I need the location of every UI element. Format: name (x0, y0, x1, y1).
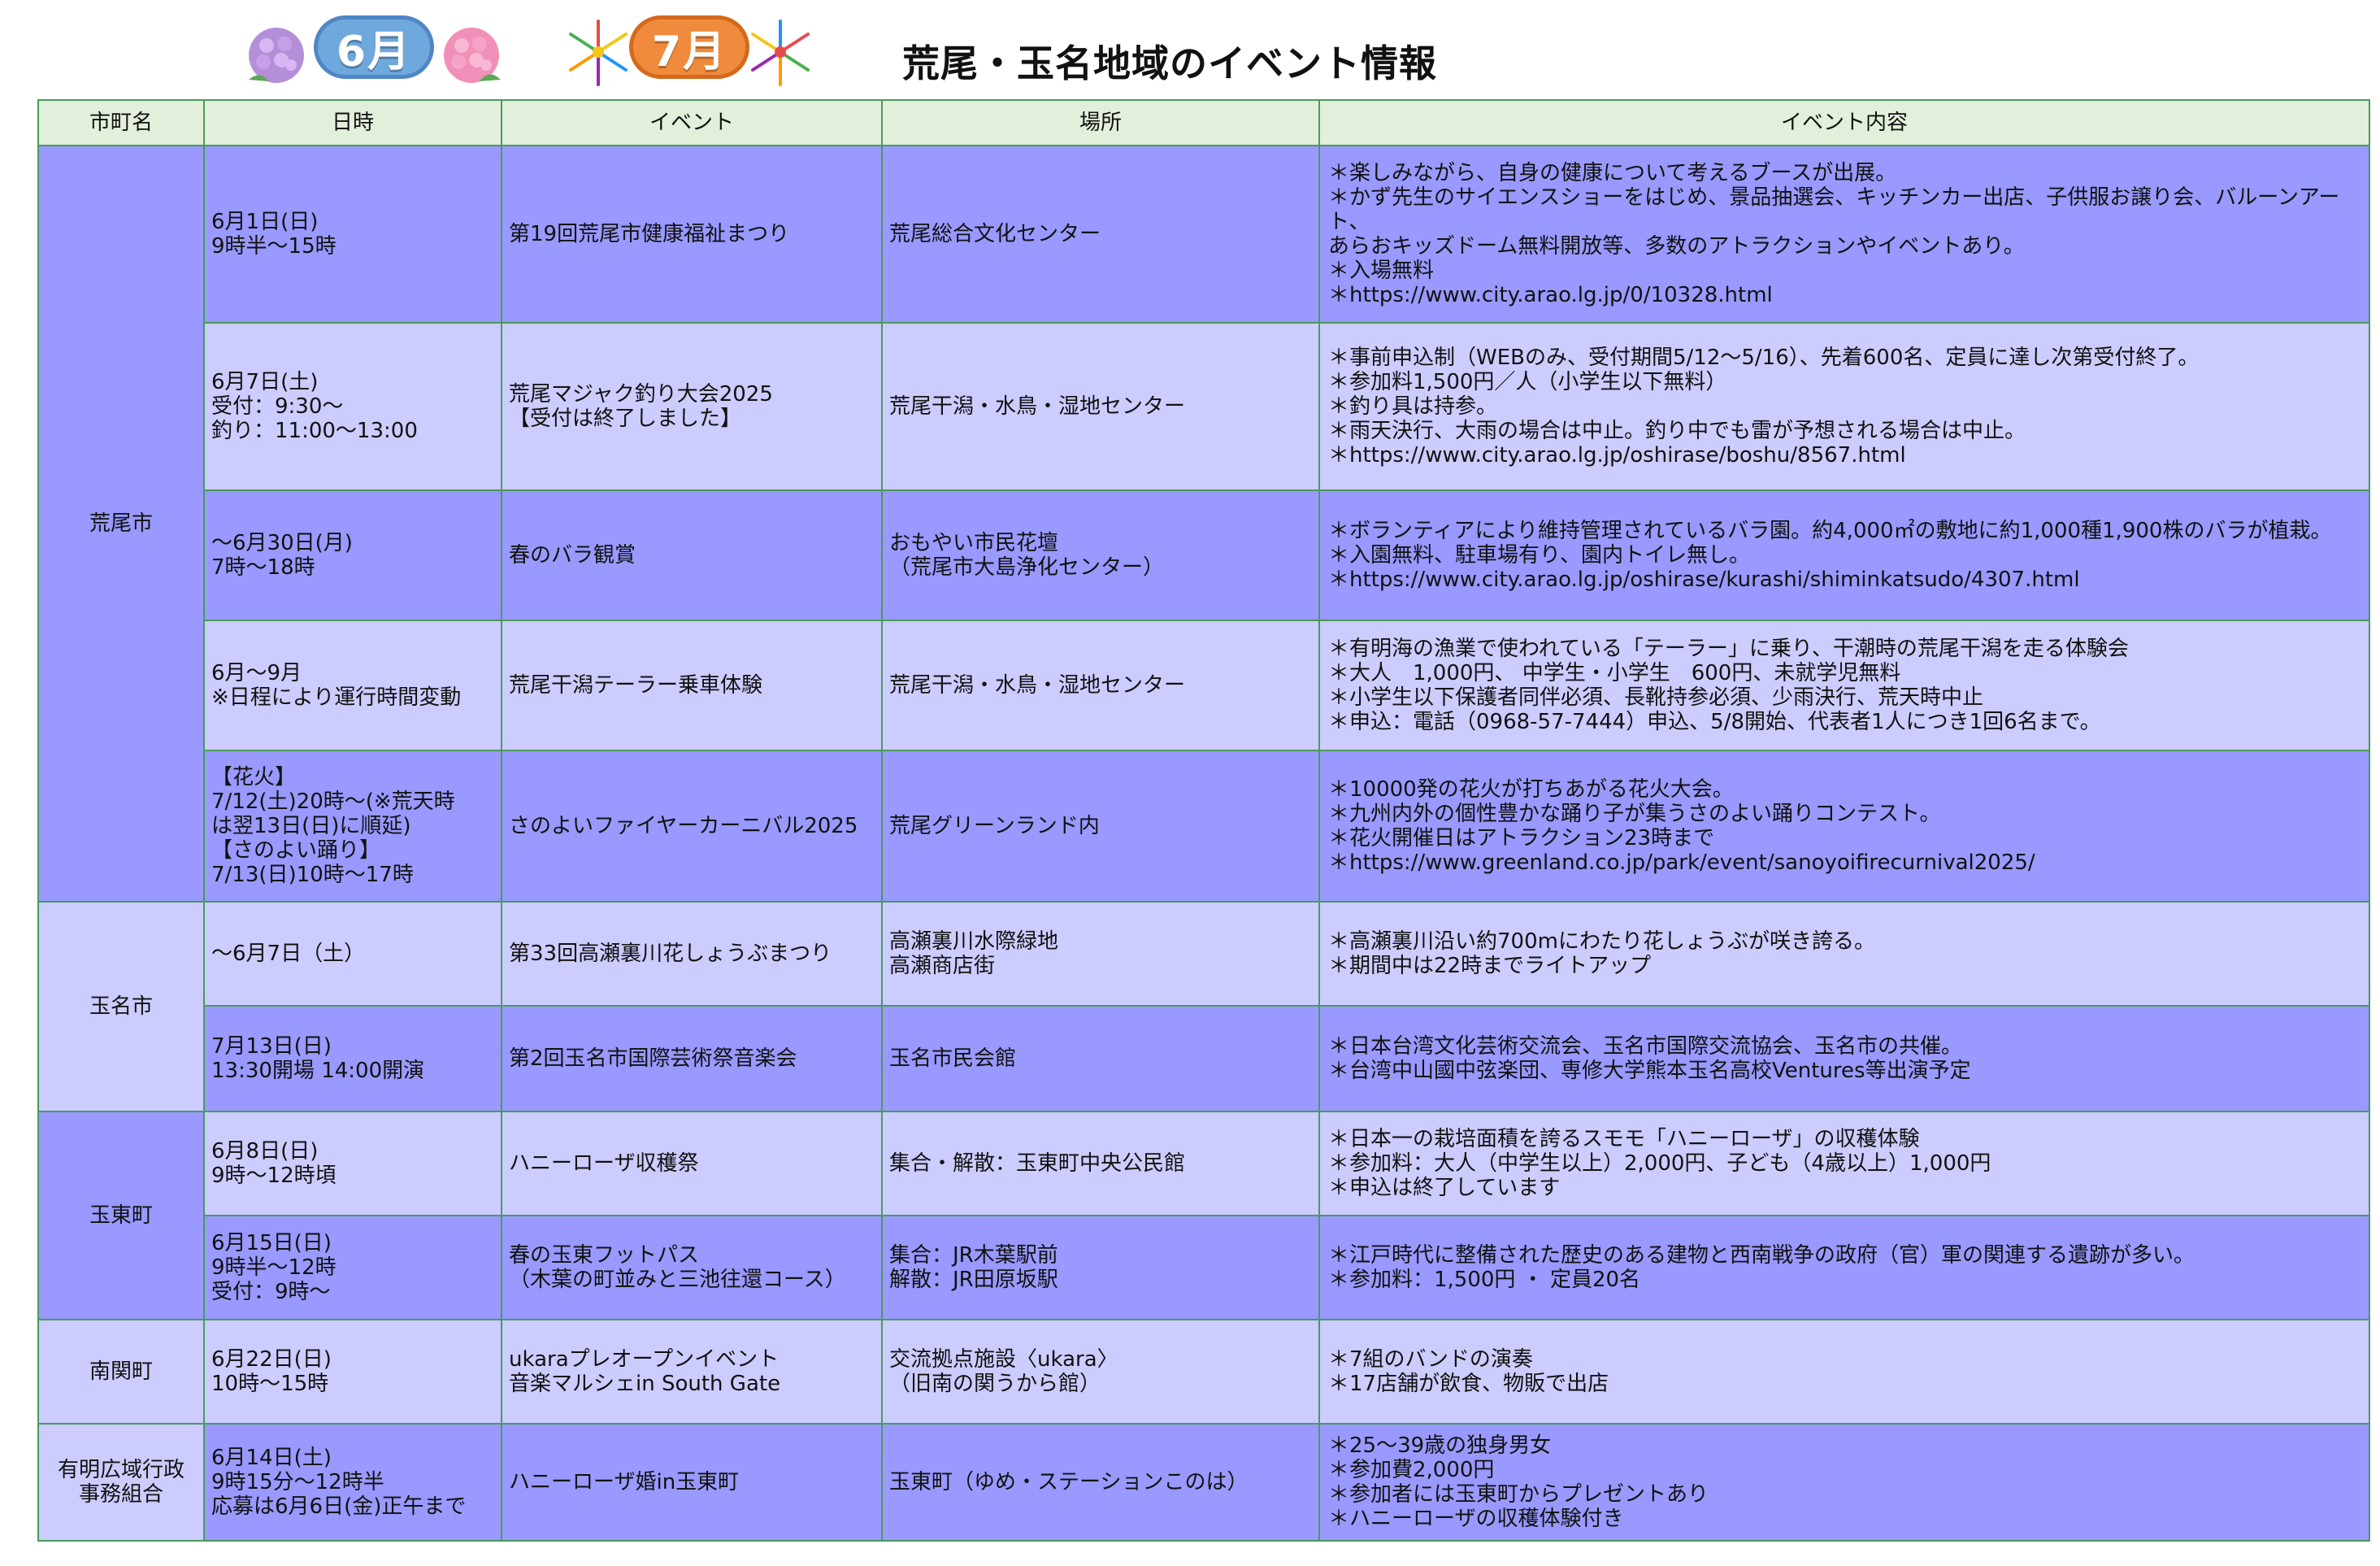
place-cell: 高瀬裏川水際緑地 高瀬商店街 (881, 901, 1320, 1007)
column-header-place: 場所 (881, 99, 1320, 146)
table-row: 南関町 6月22日(日) 10時～15時 ukaraプレオープンイベント 音楽マ… (37, 1319, 2370, 1425)
municipality-cell: 有明広域行政 事務組合 (37, 1423, 205, 1542)
table-row: 6月7日(土) 受付：9:30～ 釣り：11:00～13:00 荒尾マジャク釣り… (38, 322, 2370, 491)
details-cell: ＊楽しみながら、自身の健康について考えるブースが出展。 ＊かず先生のサイエンスシ… (1318, 145, 2370, 324)
event-cell: ハニーローザ婚in玉東町 (501, 1423, 883, 1542)
column-header-datetime: 日時 (203, 99, 502, 146)
place-cell: 玉名市民会館 (881, 1005, 1320, 1112)
details-cell: ＊7組のバンドの演奏 ＊17店舗が飲食、物販で出店 (1318, 1319, 2370, 1425)
page-title: 荒尾・玉名地域のイベント情報 (902, 41, 1437, 85)
date-cell: ～6月7日（土） (203, 901, 502, 1007)
place-cell: 集合：JR木葉駅前 解散：JR田原坂駅 (881, 1215, 1320, 1320)
details-cell: ＊10000発の花火が打ちあがる花火大会。 ＊九州内外の個性豊かな踊り子が集うさ… (1318, 750, 2370, 903)
details-cell: ＊日本一の栽培面積を誇るスモモ「ハニーローザ」の収穫体験 ＊参加料：大人（中学生… (1318, 1111, 2370, 1216)
date-cell: 6月1日(日) 9時半～15時 (203, 145, 502, 324)
details-cell: ＊ボランティアにより維持管理されているバラ園。約4,000㎡の敷地に約1,000… (1318, 489, 2370, 621)
place-cell: 荒尾干潟・水鳥・湿地センター (881, 620, 1320, 751)
event-cell: 第19回荒尾市健康福祉まつり (501, 145, 883, 324)
event-cell: さのよいファイヤーカーニバル2025 (501, 750, 883, 903)
details-cell: ＊日本台湾文化芸術交流会、玉名市国際交流協会、玉名市の共催。 ＊台湾中山國中弦楽… (1318, 1005, 2370, 1112)
event-cell: ukaraプレオープンイベント 音楽マルシェin South Gate (501, 1319, 883, 1425)
table-row: 7月13日(日) 13:30開場 14:00開演 第2回玉名市国際芸術祭音楽会 … (38, 1005, 2370, 1112)
place-cell: 荒尾グリーンランド内 (881, 750, 1320, 903)
date-cell: 6月22日(日) 10時～15時 (203, 1319, 502, 1425)
column-header-details: イベント内容 (1318, 99, 2370, 146)
june-label: 6月 (314, 15, 434, 79)
hydrangea-icon (249, 28, 304, 83)
municipality-cell: 玉東町 (37, 1111, 205, 1320)
event-cell: ハニーローザ収穫祭 (501, 1111, 883, 1216)
place-cell: おもやい市民花壇 （荒尾市大島浄化センター） (881, 489, 1320, 621)
table-row: 有明広域行政 事務組合 6月14日(土) 9時15分～12時半 応募は6月6日(… (37, 1423, 2370, 1542)
july-label: 7月 (629, 15, 749, 79)
date-cell: 7月13日(日) 13:30開場 14:00開演 (203, 1005, 502, 1112)
event-cell: 第33回高瀬裏川花しょうぶまつり (501, 901, 883, 1007)
place-cell: 荒尾総合文化センター (881, 145, 1320, 324)
place-cell: 荒尾干潟・水鳥・湿地センター (881, 322, 1320, 491)
table-row: 【花火】 7/12(土)20時～(※荒天時 は翌13日(日)に順延) 【さのよい… (38, 750, 2370, 903)
municipality-cell: 荒尾市 (37, 145, 205, 903)
date-cell: 【花火】 7/12(土)20時～(※荒天時 は翌13日(日)に順延) 【さのよい… (203, 750, 502, 903)
table-row: 6月～9月 ※日程により運行時間変動 荒尾干潟テーラー乗車体験 荒尾干潟・水鳥・… (38, 620, 2370, 751)
table-header-row: 市町名 日時 イベント 場所 イベント内容 (37, 99, 2370, 146)
hydrangea-icon (444, 28, 501, 83)
table-row: 玉名市 ～6月7日（土） 第33回高瀬裏川花しょうぶまつり 高瀬裏川水際緑地 高… (37, 901, 2370, 1112)
table-row: ～6月30日(月) 7時～18時 春のバラ観賞 おもやい市民花壇 （荒尾市大島浄… (38, 489, 2370, 621)
event-cell: 第2回玉名市国際芸術祭音楽会 (501, 1005, 883, 1112)
details-cell: ＊高瀬裏川沿い約700mにわたり花しょうぶが咲き誇る。 ＊期間中は22時までライ… (1318, 901, 2370, 1007)
place-cell: 交流拠点施設〈ukara〉 （旧南の関うから館） (881, 1319, 1320, 1425)
event-cell: 荒尾干潟テーラー乗車体験 (501, 620, 883, 751)
column-header-event: イベント (501, 99, 883, 146)
date-cell: ～6月30日(月) 7時～18時 (203, 489, 502, 621)
column-header-municipality: 市町名 (37, 99, 205, 146)
events-table: 市町名 日時 イベント 場所 イベント内容 荒尾市 6月1日(日) 9時半～15… (37, 99, 2370, 1542)
place-cell: 集合・解散：玉東町中央公民館 (881, 1111, 1320, 1216)
event-cell: 春のバラ観賞 (501, 489, 883, 621)
date-cell: 6月7日(土) 受付：9:30～ 釣り：11:00～13:00 (203, 322, 502, 491)
tanabata-decoration-icon (751, 20, 810, 86)
event-cell: 春の玉東フットパス （木葉の町並みと三池往還コース） (501, 1215, 883, 1320)
date-cell: 6月15日(日) 9時半～12時 受付：9時～ (203, 1215, 502, 1320)
date-cell: 6月～9月 ※日程により運行時間変動 (203, 620, 502, 751)
date-cell: 6月14日(土) 9時15分～12時半 応募は6月6日(金)正午まで (203, 1423, 502, 1542)
details-cell: ＊25～39歳の独身男女 ＊参加費2,000円 ＊参加者には玉東町からプレゼント… (1318, 1423, 2370, 1542)
table-row: 6月15日(日) 9時半～12時 受付：9時～ 春の玉東フットパス （木葉の町並… (38, 1215, 2370, 1320)
event-cell: 荒尾マジャク釣り大会2025 【受付は終了しました】 (501, 322, 883, 491)
place-cell: 玉東町（ゆめ・ステーションこのは） (881, 1423, 1320, 1542)
details-cell: ＊事前申込制（WEBのみ、受付期間5/12～5/16）、先着600名、定員に達し… (1318, 322, 2370, 491)
july-badge: 7月 (559, 8, 819, 86)
table-row: 荒尾市 6月1日(日) 9時半～15時 第19回荒尾市健康福祉まつり 荒尾総合文… (37, 145, 2370, 903)
details-cell: ＊江戸時代に整備された歴史のある建物と西南戦争の政府（官）軍の関連する遺跡が多い… (1318, 1215, 2370, 1320)
details-cell: ＊有明海の漁業で使われている「テーラー」に乗り、干潮時の荒尾干潟を走る体験会 ＊… (1318, 620, 2370, 751)
tanabata-decoration-icon (569, 20, 628, 86)
table-row: 玉東町 6月8日(日) 9時～12時頃 ハニーローザ収穫祭 集合・解散：玉東町中… (37, 1111, 2370, 1320)
municipality-cell: 玉名市 (37, 901, 205, 1112)
june-badge: 6月 (244, 8, 504, 86)
date-cell: 6月8日(日) 9時～12時頃 (203, 1111, 502, 1216)
municipality-cell: 南関町 (37, 1319, 205, 1425)
